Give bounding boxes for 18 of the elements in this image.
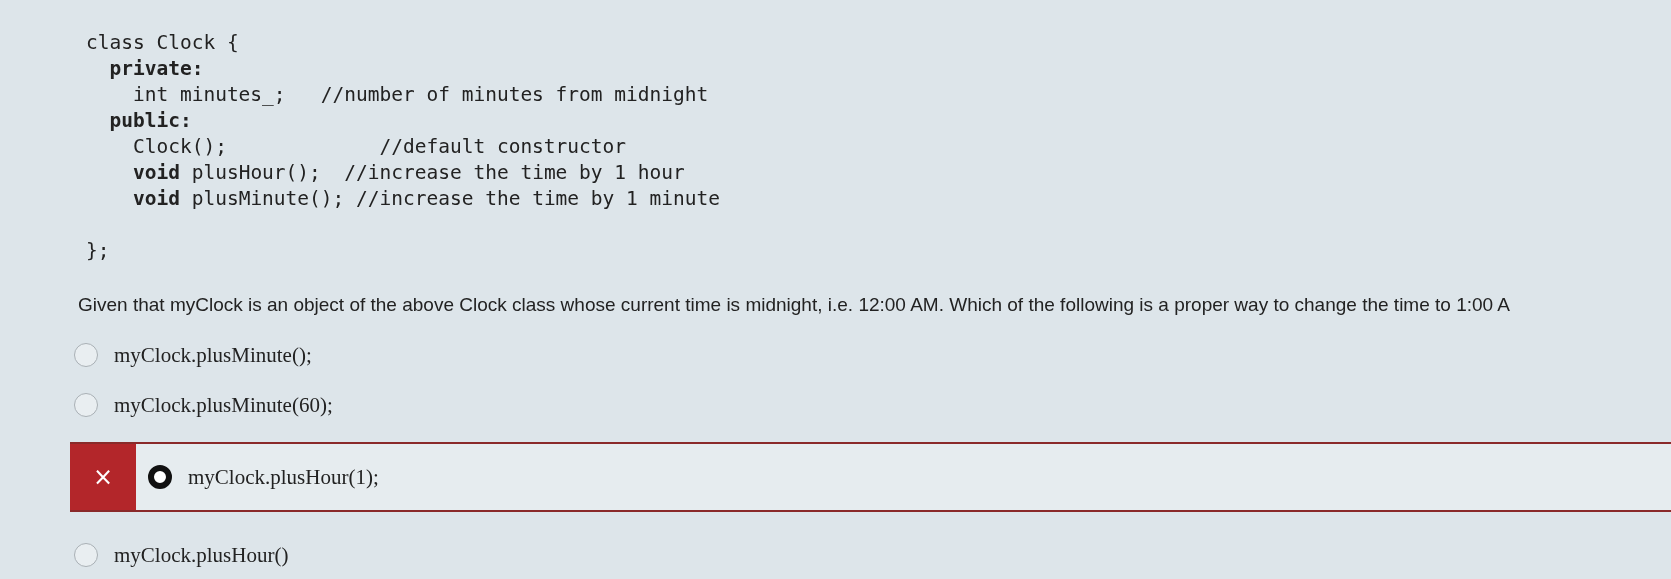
code-line: Clock(); //default constructor: [131, 134, 627, 160]
code-line: int minutes_; //number of minutes from midnight: [131, 82, 709, 108]
option-label[interactable]: myClock.plusHour(): [114, 542, 289, 568]
code-line: private:: [108, 56, 204, 82]
radio-button[interactable]: [74, 543, 98, 567]
code-line: };: [86, 238, 110, 264]
code-line: public:: [108, 108, 192, 134]
code-line: void plusMinute(); //increase the time by 1 minute: [131, 186, 720, 212]
radio-button[interactable]: [74, 393, 98, 417]
radio-button[interactable]: [74, 343, 98, 367]
option-label[interactable]: myClock.plusHour(1);: [188, 464, 379, 490]
code-line: void plusHour(); //increase the time by 1 hour: [131, 160, 685, 186]
incorrect-mark: ×: [70, 444, 136, 510]
option-label[interactable]: myClock.plusMinute(60);: [114, 392, 333, 418]
question-text: Given that myClock is an object of the above Clock class whose current time is midnight, i.e. 12:00 AM. Which of the following is a proper way to change the time to 1:00 A: [78, 294, 1511, 316]
option-label[interactable]: myClock.plusMinute();: [114, 342, 312, 368]
radio-button[interactable]: [148, 465, 172, 489]
code-line: class Clock {: [86, 30, 239, 56]
